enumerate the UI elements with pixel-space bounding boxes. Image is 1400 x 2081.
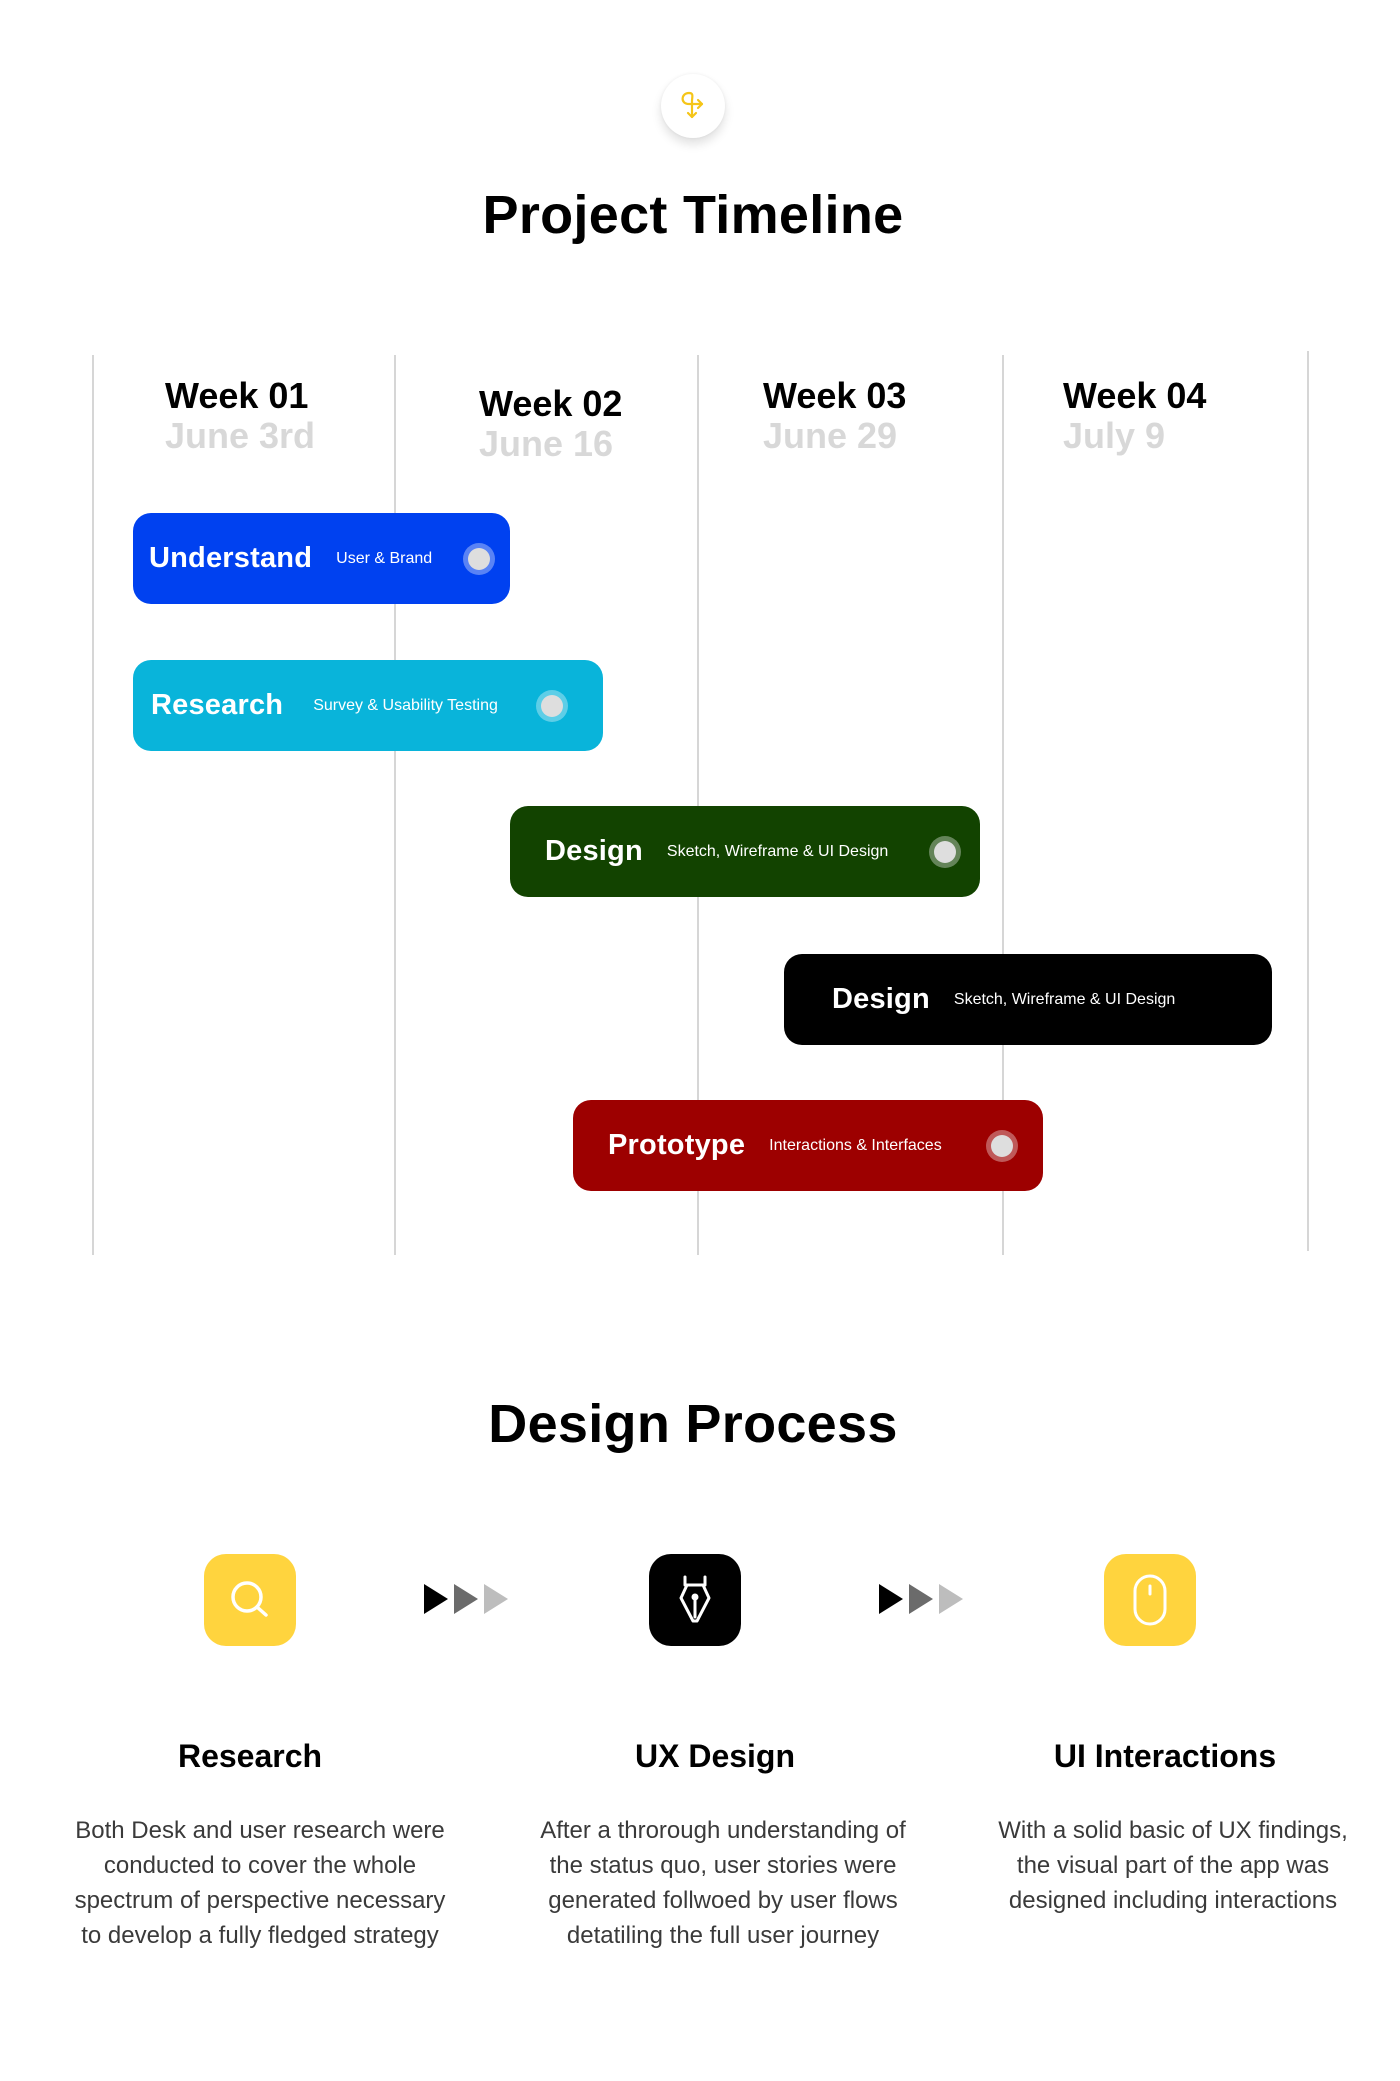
week-date: June 29 [763,415,898,456]
week-header-4: Week 04 July 9 [1063,376,1206,456]
week-label: Week 01 [165,375,309,416]
week-date: June 3rd [165,415,316,456]
task-bar-research[interactable]: Research Survey & Usability Testing [133,660,603,751]
status-indicator [934,840,956,863]
description-line: spectrum of perspective necessary [74,1887,446,1914]
task-bar-prototype[interactable]: Prototype Interactions & Interfaces [573,1100,1043,1191]
step-description-research: Both Desk and user research were conduct… [40,1813,480,1953]
arrow-icon [879,1584,903,1614]
status-indicator [468,547,490,570]
step-description-ux-design: After a throrough understanding of the s… [503,1813,943,1953]
week-header-3: Week 03 June 29 [763,376,906,456]
description-line: conducted to cover the whole [103,1852,417,1879]
search-icon [231,1581,268,1617]
description-line: After a throrough understanding of [540,1817,906,1844]
week-date: July 9 [1063,415,1166,456]
task-detail: Interactions & Interfaces [769,1136,942,1154]
task-bar-understand[interactable]: Understand User & Brand [133,513,510,604]
flow-arrows-2 [879,1584,963,1614]
step-title-ui-interactions: UI Interactions [1053,1738,1277,1774]
week-divider [92,355,94,1255]
arrow-icon [454,1584,478,1614]
description-line: detatiling the full user journey [566,1922,880,1949]
week-date: June 16 [479,423,614,464]
timeline-title: Project Timeline [482,185,904,245]
step-title-research: Research [177,1738,323,1774]
task-phase: Research [151,689,284,721]
task-bar-design-2[interactable]: Design Sketch, Wireframe & UI Design [784,954,1272,1045]
description-line: the visual part of the app was [1016,1852,1330,1879]
flow-arrows-1 [424,1584,508,1614]
status-indicator [541,694,563,717]
description-line: designed including interactions [1008,1887,1338,1914]
description-line: to develop a fully fledged strategy [81,1922,439,1949]
week-divider [1307,351,1309,1251]
step-icon-research [204,1554,296,1646]
week-divider [394,355,396,1255]
task-phase: Design [832,983,930,1015]
task-detail: Sketch, Wireframe & UI Design [953,990,1176,1008]
task-detail: User & Brand [336,549,433,567]
week-label: Week 02 [479,383,623,424]
arrow-icon [939,1584,963,1614]
arrow-icon [424,1584,448,1614]
week-label: Week 03 [763,375,907,416]
description-line: generated follwoed by user flows [548,1887,898,1914]
week-label: Week 04 [1063,375,1207,416]
split-arrows-icon [681,91,704,119]
task-detail: Sketch, Wireframe & UI Design [666,842,889,860]
step-description-ui-interactions: With a solid basic of UX findings, the v… [953,1813,1393,1918]
arrow-icon [484,1584,508,1614]
logo-badge [661,74,725,138]
task-detail: Survey & Usability Testing [313,696,498,714]
arrow-icon [909,1584,933,1614]
process-title: Design Process [488,1394,898,1454]
pen-nib-icon [679,1575,711,1623]
task-bar-design-1[interactable]: Design Sketch, Wireframe & UI Design [510,806,980,897]
task-phase: Understand [149,542,313,574]
mouse-icon [1133,1574,1167,1626]
week-header-2: Week 02 June 16 [479,384,622,464]
description-line: the status quo, user stories were [549,1852,897,1879]
task-phase: Prototype [608,1129,746,1161]
week-header-1: Week 01 June 3rd [165,376,315,456]
step-icon-ui-interactions [1104,1554,1196,1646]
status-indicator [991,1134,1013,1157]
step-icon-ux-design [649,1554,741,1646]
description-line: Both Desk and user research were [75,1817,445,1844]
step-title-ux-design: UX Design [634,1738,796,1774]
task-phase: Design [545,835,643,867]
description-line: With a solid basic of UX findings, [998,1817,1348,1844]
